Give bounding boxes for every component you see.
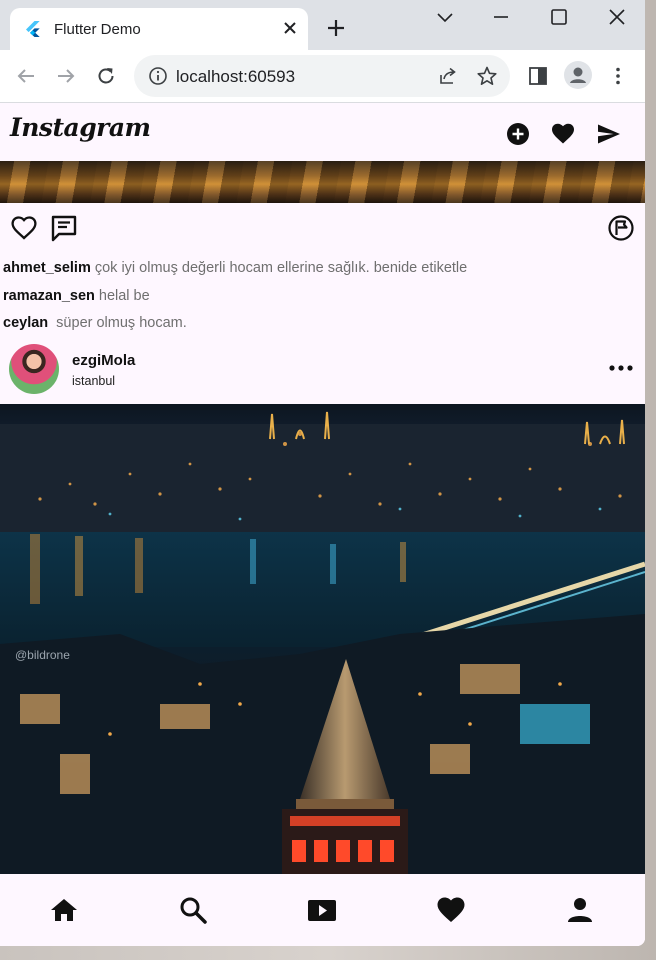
- person-icon[interactable]: [564, 894, 596, 926]
- star-icon[interactable]: [476, 65, 498, 87]
- window-close-icon[interactable]: [606, 6, 628, 28]
- more-options-icon[interactable]: [608, 361, 634, 375]
- add-circle-icon[interactable]: [505, 121, 531, 147]
- heart-icon[interactable]: [435, 894, 467, 926]
- comment-username[interactable]: ceylan: [3, 315, 48, 331]
- flutter-icon: [26, 21, 40, 37]
- flag-icon[interactable]: [607, 214, 635, 242]
- previous-post-image: [0, 161, 645, 203]
- comment-list: ahmet_selim çok iyi olmuş değerli hocam e…: [3, 255, 643, 338]
- post-username[interactable]: ezgiMola: [72, 352, 135, 369]
- side-panel-icon[interactable]: [527, 65, 549, 87]
- bottom-navigation: [0, 874, 645, 946]
- comment-item: ceylan süper olmuş hocam.: [3, 310, 643, 338]
- minimize-icon[interactable]: [490, 6, 512, 28]
- tab-title: Flutter Demo: [54, 21, 141, 38]
- istanbul-night-photo: @bildrone: [0, 411, 645, 874]
- share-icon[interactable]: [438, 66, 458, 86]
- post-actions: [0, 203, 645, 253]
- search-icon[interactable]: [177, 894, 209, 926]
- forward-arrow-icon[interactable]: [55, 65, 77, 87]
- comment-icon[interactable]: [50, 214, 78, 242]
- browser-window: Flutter Demo localhost:60593 Instagram a…: [0, 0, 645, 946]
- address-bar[interactable]: localhost:60593: [134, 55, 510, 97]
- reload-icon[interactable]: [95, 65, 117, 87]
- app-viewport: Instagram ahmet_selim çok iyi olmuş değe…: [0, 103, 645, 946]
- app-bar: Instagram: [0, 103, 645, 161]
- comment-text: süper olmuş hocam.: [52, 315, 187, 331]
- url-text[interactable]: localhost:60593: [176, 67, 295, 87]
- photo-watermark: @bildrone: [15, 648, 70, 662]
- close-icon[interactable]: [280, 18, 300, 38]
- maximize-icon[interactable]: [548, 6, 570, 28]
- back-arrow-icon[interactable]: [15, 65, 37, 87]
- heart-outline-icon[interactable]: [10, 214, 38, 242]
- comment-username[interactable]: ramazan_sen: [3, 288, 95, 304]
- post-header: ezgiMola istanbul: [0, 339, 645, 403]
- heart-icon[interactable]: [550, 121, 576, 147]
- avatar[interactable]: [9, 344, 59, 394]
- post-location: istanbul: [72, 374, 116, 388]
- home-icon[interactable]: [48, 894, 80, 926]
- send-icon[interactable]: [596, 121, 622, 147]
- info-icon[interactable]: [148, 66, 168, 86]
- post-image[interactable]: @bildrone: [0, 404, 645, 874]
- browser-toolbar: localhost:60593: [0, 50, 645, 103]
- tab-strip: Flutter Demo: [0, 0, 645, 50]
- menu-dots-icon[interactable]: [607, 65, 629, 87]
- instagram-logo: Instagram: [10, 113, 151, 142]
- play-icon[interactable]: [306, 894, 338, 926]
- comment-item: ramazan_sen helal be: [3, 283, 643, 311]
- profile-avatar[interactable]: [564, 61, 592, 89]
- comment-item: ahmet_selim çok iyi olmuş değerli hocam e…: [3, 255, 643, 283]
- new-tab-icon[interactable]: [326, 18, 346, 38]
- comment-username[interactable]: ahmet_selim: [3, 260, 91, 276]
- tab-flutter-demo[interactable]: Flutter Demo: [10, 8, 308, 50]
- person-icon: [570, 67, 586, 83]
- chevron-down-icon[interactable]: [434, 6, 456, 28]
- comment-text: helal be: [98, 287, 150, 304]
- comment-text: çok iyi olmuş değerli hocam ellerine sağ…: [94, 260, 468, 276]
